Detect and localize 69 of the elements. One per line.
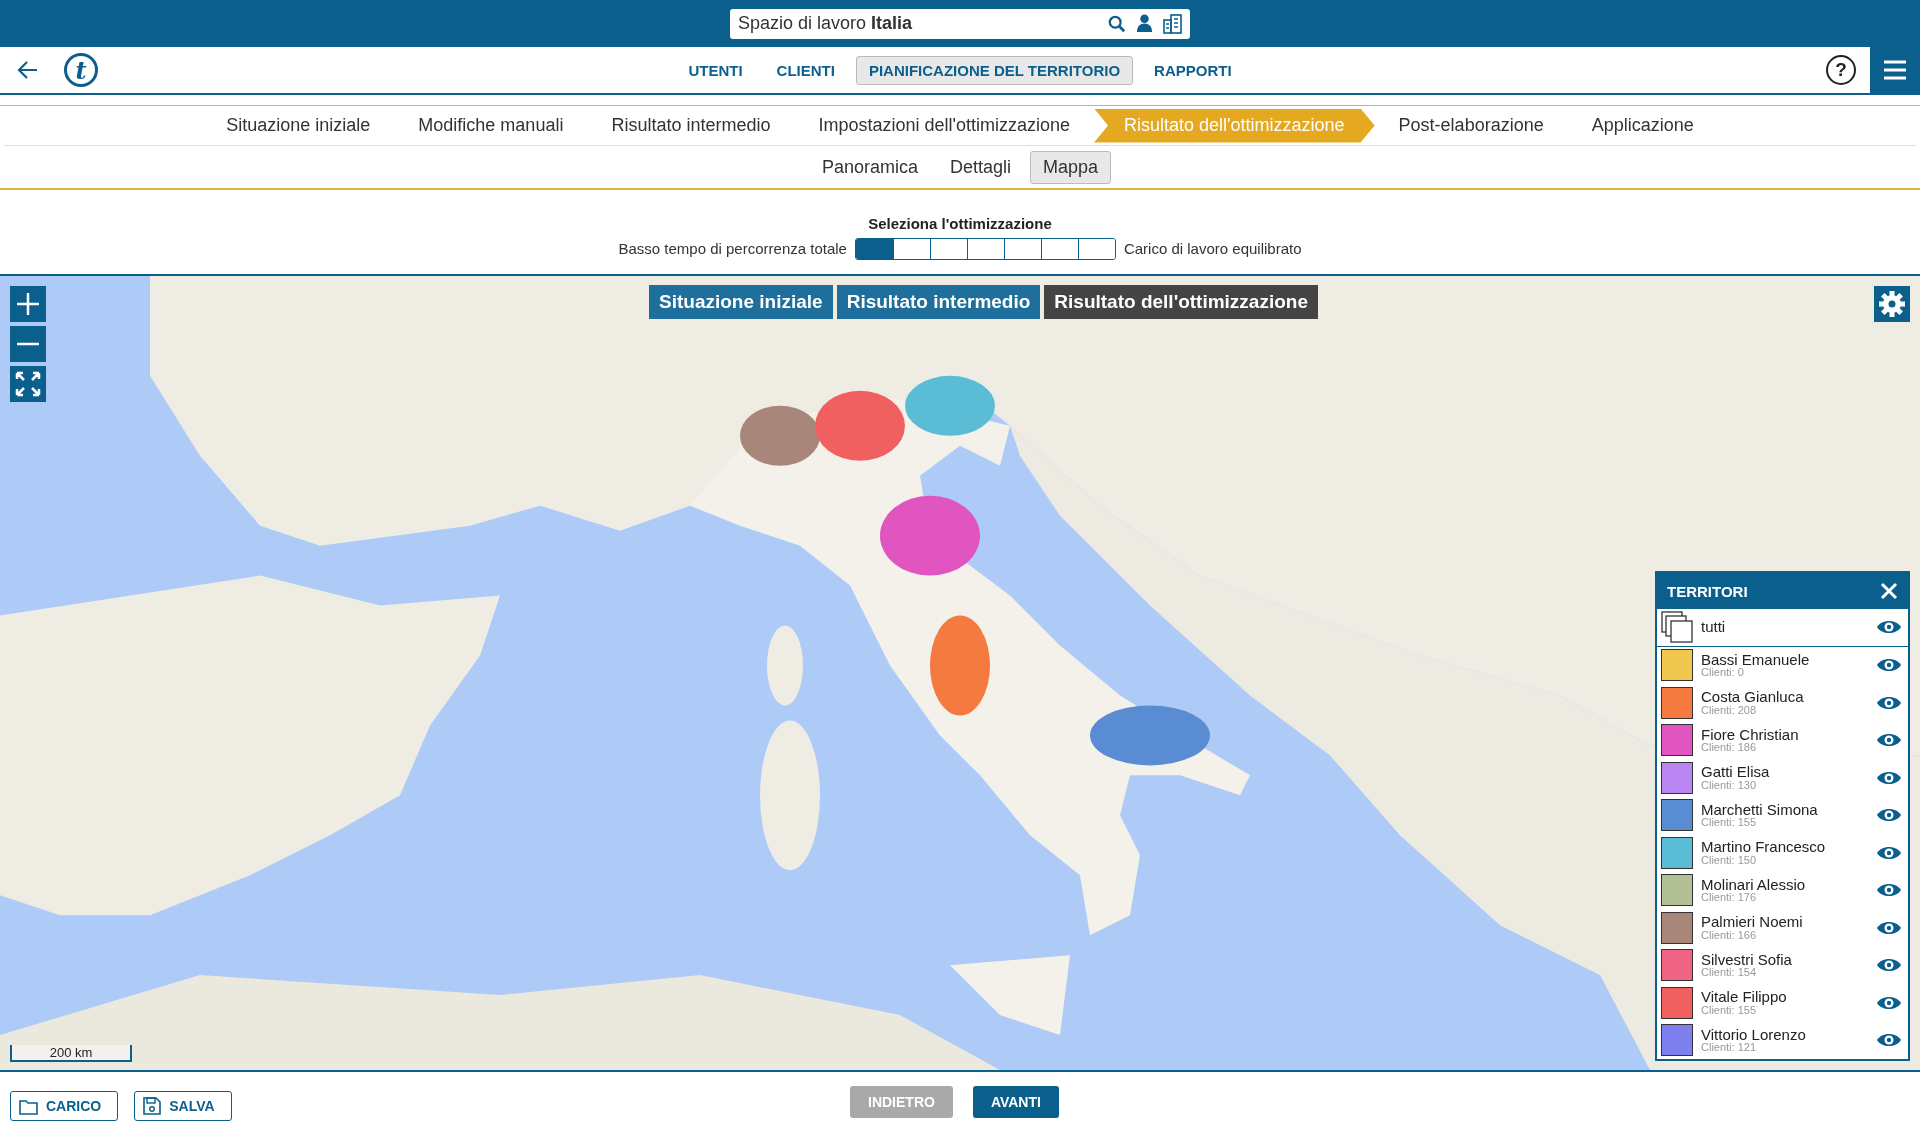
client-count: Clienti: 155 bbox=[1701, 817, 1758, 829]
next-button[interactable]: AVANTI bbox=[972, 1086, 1059, 1118]
back-arrow-icon bbox=[17, 59, 39, 81]
territory-name: Molinari Alessio bbox=[1701, 876, 1807, 893]
step-tab[interactable]: Impostazioni dell'ottimizzazione bbox=[794, 108, 1095, 143]
workspace-search-field[interactable]: Spazio di lavoro Italia bbox=[730, 8, 1190, 39]
step-tab[interactable]: Post-elaborazione bbox=[1374, 108, 1568, 143]
territory-name: Vittorio Lorenzo bbox=[1701, 1026, 1807, 1043]
search-icon[interactable] bbox=[1108, 14, 1126, 33]
territory-name: Fiore Christian bbox=[1701, 726, 1800, 743]
layers-icon bbox=[1661, 611, 1693, 644]
client-count: Clienti: 150 bbox=[1701, 854, 1758, 867]
fullscreen-button[interactable] bbox=[10, 366, 46, 402]
save-button[interactable]: SALVA bbox=[134, 1091, 232, 1121]
client-count: Clienti: 166 bbox=[1701, 929, 1758, 942]
sub-tab[interactable]: Dettagli bbox=[937, 150, 1024, 184]
client-count: Clienti: 121 bbox=[1701, 1042, 1758, 1054]
step-tab[interactable]: Applicazione bbox=[1567, 108, 1718, 143]
territory-name: Silvestri Sofia bbox=[1701, 951, 1793, 968]
nav-tab[interactable]: RAPPORTI bbox=[1141, 55, 1245, 85]
folder-icon bbox=[19, 1097, 38, 1115]
client-count: Clienti: 154 bbox=[1701, 967, 1758, 979]
map-layer-button[interactable]: Risultato dell'ottimizzazione bbox=[1044, 285, 1318, 319]
nav-tab[interactable]: CLIENTI bbox=[763, 55, 848, 85]
nav-tab[interactable]: UTENTI bbox=[675, 55, 756, 85]
territory-name: Palmieri Noemi bbox=[1701, 914, 1804, 930]
close-button[interactable] bbox=[1880, 582, 1898, 600]
client-count: Clienti: 176 bbox=[1701, 892, 1758, 904]
menu-button[interactable] bbox=[1870, 47, 1920, 93]
expand-arrows-icon bbox=[15, 371, 41, 397]
selector-right-label: Carico di lavoro equilibrato bbox=[1123, 240, 1302, 257]
step-tab[interactable]: Situazione iniziale bbox=[202, 108, 395, 143]
map-scale: 200 km bbox=[10, 1045, 132, 1062]
territory-name: Gatti Elisa bbox=[1701, 764, 1771, 780]
client-count: Clienti: 155 bbox=[1701, 1004, 1757, 1017]
gear-icon bbox=[1879, 291, 1905, 317]
nav-tab[interactable]: PIANIFICAZIONE DEL TERRITORIO bbox=[855, 55, 1134, 85]
sub-tab[interactable]: Mappa bbox=[1030, 150, 1112, 184]
optimization-slider[interactable] bbox=[854, 237, 1116, 260]
open-button[interactable]: CARICO bbox=[10, 1091, 119, 1121]
help-button[interactable]: ? bbox=[1826, 55, 1856, 85]
zoom-out-button[interactable] bbox=[10, 326, 46, 362]
client-count: Clienti: 208 bbox=[1701, 704, 1758, 717]
step-tab[interactable]: Modifiche manuali bbox=[394, 108, 588, 143]
client-count: Clienti: 0 bbox=[1701, 667, 1745, 679]
panel-title: TERRITORI bbox=[1667, 582, 1748, 600]
territory-name: Martino Francesco bbox=[1701, 839, 1827, 855]
sub-tab[interactable]: Panoramica bbox=[808, 150, 931, 184]
zoom-in-button[interactable] bbox=[10, 286, 46, 322]
territory-name: Vitale Filippo bbox=[1701, 989, 1788, 1005]
menu-icon bbox=[1882, 58, 1908, 82]
building-icon[interactable] bbox=[1163, 13, 1182, 34]
close-icon bbox=[1880, 582, 1898, 600]
client-count: Clienti: 130 bbox=[1701, 779, 1758, 792]
selector-title: Seleziona l'ottimizzazione bbox=[868, 214, 1052, 232]
territory-all-label: tutti bbox=[1701, 619, 1727, 636]
logo: t bbox=[64, 53, 98, 87]
territory-name: Marchetti Simona bbox=[1701, 801, 1819, 818]
territory-name: Costa Gianluca bbox=[1701, 689, 1805, 705]
minus-icon bbox=[15, 342, 41, 346]
map-layer-button[interactable]: Risultato intermedio bbox=[836, 285, 1041, 319]
settings-button[interactable] bbox=[1874, 286, 1910, 322]
map-layer-button[interactable]: Situazione iniziale bbox=[649, 285, 833, 319]
selector-left-label: Basso tempo di percorrenza totale bbox=[618, 240, 847, 257]
plus-icon bbox=[15, 291, 41, 317]
user-icon[interactable] bbox=[1136, 14, 1153, 33]
step-tab[interactable]: Risultato intermedio bbox=[587, 108, 795, 143]
client-count: Clienti: 186 bbox=[1701, 742, 1758, 754]
territory-name: Bassi Emanuele bbox=[1701, 651, 1811, 668]
